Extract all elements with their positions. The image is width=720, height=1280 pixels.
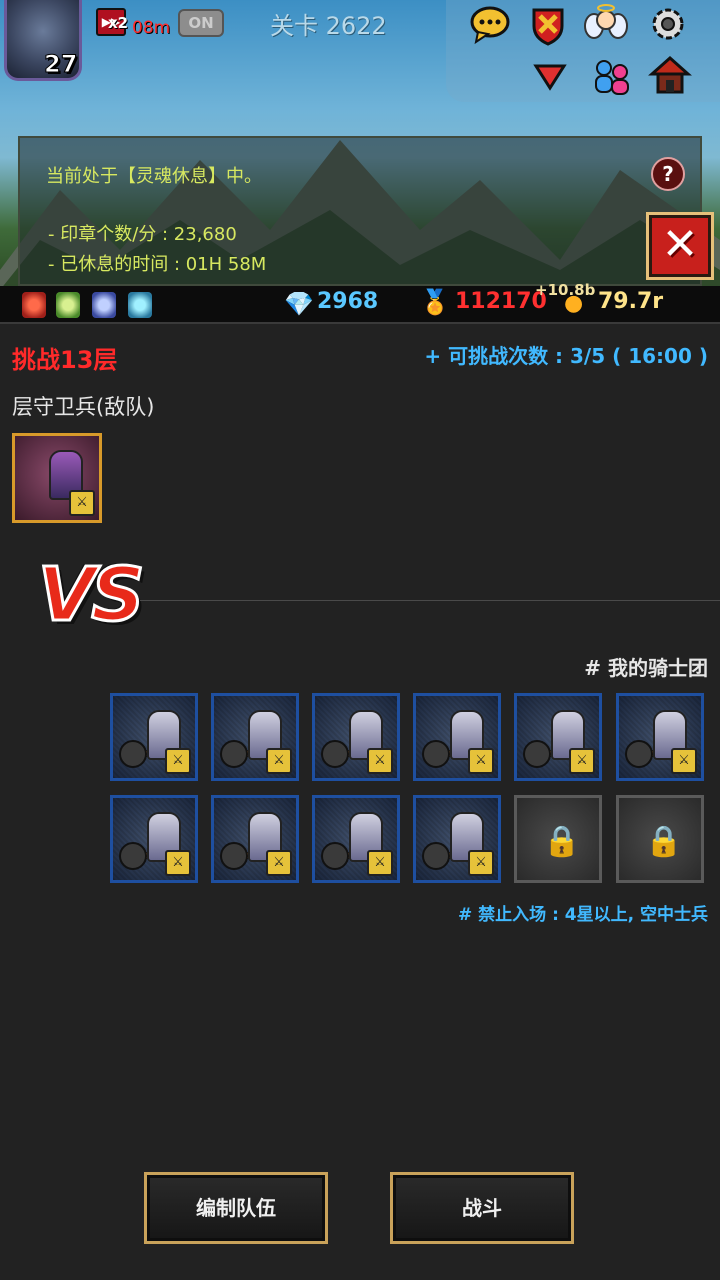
battle-button[interactable]: 战斗 [390,1172,574,1244]
gem-count: 2968 [317,289,379,314]
challenge-title: 挑战13层 [12,346,118,374]
rest-status-text: 当前处于【灵魂休息】中。 [46,166,262,187]
hero-portrait-4[interactable] [128,292,152,318]
team-unit-slot[interactable]: ⚔ [110,693,198,781]
team-unit-slot[interactable]: ⚔ [110,795,198,883]
team-unit-slot[interactable]: ⚔ [514,693,602,781]
hero-portrait-3[interactable] [92,292,116,318]
coin-count: 79.7r [598,289,664,314]
sword-badge-icon: ⚔ [367,748,393,774]
sword-badge-icon: ⚔ [671,748,697,774]
team-unit-slot[interactable]: ⚔ [211,795,299,883]
challenge-attempts[interactable]: + 可挑战次数 : 3/5 ( 16:00 ) [424,340,708,369]
sword-badge-icon: ⚔ [266,748,292,774]
team-unit-slot[interactable]: ⚔ [312,693,400,781]
lock-icon: 🔒 [645,824,683,859]
mace-icon [625,740,653,768]
chat-icon[interactable] [468,2,512,46]
friends-icon[interactable] [590,54,634,98]
gear-icon[interactable] [646,2,690,46]
sword-badge-icon: ⚔ [165,850,191,876]
player-level: 27 [43,50,78,79]
mace-icon [523,740,551,768]
team-unit-slot[interactable]: ⚔ [413,795,501,883]
mace-icon [422,740,450,768]
mace-icon [119,740,147,768]
seals-per-minute: - 印章个数/分 : 23,680 [48,224,237,245]
mace-icon [220,740,248,768]
edit-team-button[interactable]: 编制队伍 [144,1172,328,1244]
speed-timer: 08m [132,18,171,38]
sword-badge-icon: ⚔ [266,850,292,876]
divider [140,600,720,601]
hero-portrait-2[interactable] [56,292,80,318]
speed-multiplier: x2 [108,14,129,32]
sword-badge-icon: ⚔ [569,748,595,774]
sword-badge-icon: ⚔ [367,850,393,876]
floor-guard-heading: 层守卫兵(敌队) [12,395,155,419]
sword-badge-icon: ⚔ [165,748,191,774]
mace-icon [119,842,147,870]
medal-icon: 🏅 [420,288,450,316]
sword-badge-icon: ⚔ [468,748,494,774]
medal-count: 112170 [455,289,547,314]
diamond-icon: 💎 [284,290,314,318]
my-knights-heading: # 我的骑士团 [584,656,708,680]
lock-icon: 🔒 [543,824,581,859]
team-unit-slot[interactable]: ⚔ [616,693,704,781]
hero-portrait-1[interactable] [22,292,46,318]
entry-ban-rule: # 禁止入场 : 4星以上, 空中士兵 [457,905,708,925]
locked-slot[interactable]: 🔒 [514,795,602,883]
house-icon[interactable] [648,52,692,96]
mace-icon [220,842,248,870]
coin-icon: ● [564,291,584,316]
mace-icon [321,842,349,870]
triangle-down-icon[interactable] [528,54,572,98]
stage-label: 关卡 2622 [270,12,387,40]
team-unit-slot[interactable]: ⚔ [413,693,501,781]
sword-badge-icon: ⚔ [69,490,95,516]
enemy-unit-slot[interactable]: ⚔ [12,433,102,523]
shield-icon[interactable] [526,2,570,46]
locked-slot[interactable]: 🔒 [616,795,704,883]
team-unit-slot[interactable]: ⚔ [312,795,400,883]
help-icon[interactable]: ? [651,157,685,191]
auto-toggle[interactable]: ON [178,9,224,37]
mace-icon [422,842,450,870]
angel-icon[interactable] [584,2,628,46]
rest-time: - 已休息的时间 : 01H 58M [48,254,267,275]
vs-logo: VS [37,551,147,640]
mace-icon [321,740,349,768]
sword-badge-icon: ⚔ [468,850,494,876]
team-unit-slot[interactable]: ⚔ [211,693,299,781]
close-button[interactable]: ✕ [646,212,714,280]
